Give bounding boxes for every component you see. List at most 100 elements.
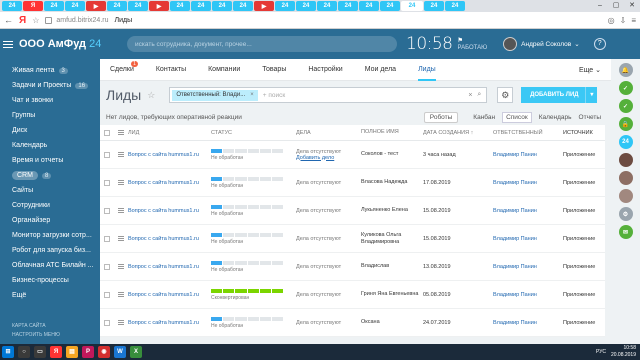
user-menu[interactable]: Андрей Соколов ⌄ bbox=[503, 37, 580, 51]
browser-tab[interactable]: ▶ bbox=[254, 1, 274, 11]
row-menu-icon[interactable] bbox=[117, 208, 124, 213]
add-lead-button[interactable]: ДОБАВИТЬ ЛИД ▾ bbox=[521, 87, 598, 103]
table-row[interactable]: Вопрос с сайта hummus1.ru Сконвертирован Д… bbox=[100, 281, 605, 309]
status-cell[interactable]: Не обработан bbox=[211, 204, 296, 217]
sidebar-item[interactable]: Монитор загрузки сотр... bbox=[0, 228, 100, 243]
check-icon[interactable]: ✓ bbox=[618, 99, 633, 113]
configure-menu-link[interactable]: НАСТРОИТЬ МЕНЮ bbox=[12, 331, 60, 340]
sidebar-item[interactable]: Робот для запуска биз... bbox=[0, 243, 100, 258]
avatar-icon[interactable] bbox=[618, 153, 633, 167]
responsible-link[interactable]: Владимир Панин bbox=[493, 236, 563, 242]
crm-tab[interactable]: Товары bbox=[262, 59, 286, 81]
status-cell[interactable]: Не обработан bbox=[211, 260, 296, 273]
status-progress-bar[interactable] bbox=[211, 176, 284, 181]
browser-tab[interactable]: 24 bbox=[44, 1, 64, 11]
browser-tab[interactable]: Я bbox=[23, 1, 43, 11]
sitemap-link[interactable]: КАРТА САЙТА bbox=[12, 322, 60, 331]
bookmark-icon[interactable]: ☆ bbox=[32, 16, 39, 25]
status-cell[interactable]: Сконвертирован bbox=[211, 288, 296, 301]
view-tab[interactable]: Календарь bbox=[539, 114, 572, 121]
row-checkbox[interactable] bbox=[103, 179, 110, 186]
global-search-input[interactable]: искать сотрудника, документ, прочее... bbox=[127, 36, 397, 52]
row-checkbox[interactable] bbox=[103, 263, 110, 270]
clock[interactable]: 10:58 bbox=[406, 34, 453, 54]
excel-icon[interactable]: X bbox=[130, 346, 142, 358]
sidebar-item[interactable]: Группы bbox=[0, 108, 100, 123]
browser-tab[interactable]: 24 bbox=[212, 1, 232, 11]
help-icon[interactable]: ? bbox=[593, 38, 606, 50]
yandex-logo[interactable]: Я bbox=[19, 15, 26, 26]
col-header-lead[interactable]: ЛИД bbox=[128, 130, 211, 136]
browser-tab[interactable]: 24 bbox=[170, 1, 190, 11]
status-progress-bar[interactable] bbox=[211, 288, 284, 293]
column-settings-icon[interactable] bbox=[117, 130, 124, 135]
close-icon[interactable]: × bbox=[250, 92, 254, 98]
sidebar-item[interactable]: Сайты bbox=[0, 183, 100, 198]
check-icon[interactable]: ✓ bbox=[618, 81, 633, 95]
sidebar-item[interactable]: Диск bbox=[0, 123, 100, 138]
col-header-deals[interactable]: ДЕЛА bbox=[296, 130, 361, 136]
app-icon[interactable]: P bbox=[82, 346, 94, 358]
sidebar-item[interactable]: Органайзер bbox=[0, 213, 100, 228]
row-checkbox[interactable] bbox=[103, 291, 110, 298]
col-header-date[interactable]: ДАТА СОЗДАНИЯ ↑ bbox=[423, 130, 493, 136]
sidebar-item[interactable]: Живая лента 3 bbox=[0, 63, 100, 78]
sidebar-item[interactable]: Бизнес-процессы bbox=[0, 273, 100, 288]
crm-tab[interactable]: Контакты bbox=[156, 59, 186, 81]
status-cell[interactable]: Не обработан bbox=[211, 316, 296, 329]
row-menu-icon[interactable] bbox=[117, 236, 124, 241]
crm-tab[interactable]: Лиды bbox=[418, 59, 436, 81]
status-progress-bar[interactable] bbox=[211, 148, 284, 153]
portal-logo[interactable]: ООО АмФуд 24 bbox=[19, 38, 119, 50]
row-menu-icon[interactable] bbox=[117, 292, 124, 297]
browser-tab[interactable]: 24 bbox=[424, 1, 444, 11]
minimize-button[interactable]: – bbox=[592, 0, 608, 12]
col-header-responsible[interactable]: ОТВЕТСТВЕННЫЙ bbox=[493, 130, 563, 136]
sidebar-item[interactable]: Задачи и Проекты 16 bbox=[0, 78, 100, 93]
search-icon[interactable]: ○ bbox=[18, 346, 30, 358]
work-status[interactable]: ⚑ РАБОТАЮ bbox=[458, 37, 488, 51]
row-checkbox[interactable] bbox=[103, 319, 110, 326]
responsible-link[interactable]: Владимир Панин bbox=[493, 292, 563, 298]
row-checkbox[interactable] bbox=[103, 151, 110, 158]
browser-tab[interactable]: 24 bbox=[107, 1, 127, 11]
crm-tab[interactable]: Настройки bbox=[308, 59, 342, 81]
responsible-link[interactable]: Владимир Панин bbox=[493, 208, 563, 214]
menu-icon[interactable]: ≡ bbox=[631, 16, 636, 25]
status-progress-bar[interactable] bbox=[211, 204, 284, 209]
sidebar-item[interactable]: Чат и звонки bbox=[0, 93, 100, 108]
add-deal-link[interactable]: Добавить дело bbox=[296, 155, 361, 161]
lead-title-link[interactable]: Вопрос с сайта hummus1.ru bbox=[128, 320, 211, 326]
responsible-link[interactable]: Владимир Панин bbox=[493, 320, 563, 326]
table-row[interactable]: Вопрос с сайта hummus1.ru Не обработан Дел… bbox=[100, 309, 605, 337]
view-tab[interactable]: Список bbox=[502, 111, 532, 123]
view-tab[interactable]: Отчеты bbox=[579, 114, 601, 121]
sidebar-item[interactable]: Сотрудники bbox=[0, 198, 100, 213]
sidebar-item[interactable]: Время и отчеты bbox=[0, 153, 100, 168]
browser-tab[interactable]: 24 bbox=[128, 1, 148, 11]
browser-tab[interactable]: 24 bbox=[65, 1, 85, 11]
select-all-checkbox[interactable] bbox=[103, 129, 110, 136]
lead-title-link[interactable]: Вопрос с сайта hummus1.ru bbox=[128, 208, 211, 214]
bell-icon[interactable]: 🔔 bbox=[618, 63, 633, 77]
browser-tab[interactable]: 24 bbox=[296, 1, 316, 11]
menu-burger-icon[interactable] bbox=[3, 40, 13, 48]
responsible-link[interactable]: Владимир Панин bbox=[493, 152, 563, 158]
row-menu-icon[interactable] bbox=[117, 320, 124, 325]
more-menu-button[interactable]: Еще ⌄ bbox=[579, 59, 601, 81]
download-icon[interactable]: ⇩ bbox=[620, 16, 627, 25]
row-menu-icon[interactable] bbox=[117, 180, 124, 185]
search-icon[interactable]: ⌕ bbox=[477, 91, 481, 99]
responsible-link[interactable]: Владимир Панин bbox=[493, 264, 563, 270]
browser-tab[interactable]: ▶ bbox=[86, 1, 106, 11]
row-checkbox[interactable] bbox=[103, 235, 110, 242]
sidebar-item[interactable]: Облачная АТС Билайн ... bbox=[0, 258, 100, 273]
browser-tab[interactable]: 24 bbox=[401, 1, 423, 11]
table-row[interactable]: Вопрос с сайта hummus1.ru Не обработан Дел… bbox=[100, 197, 605, 225]
dropdown-arrow-icon[interactable]: ▾ bbox=[585, 87, 597, 103]
bitrix-icon[interactable]: 24 bbox=[618, 135, 633, 149]
table-row[interactable]: Вопрос с сайта hummus1.ru Не обработан Дел… bbox=[100, 225, 605, 253]
start-icon[interactable]: ⊞ bbox=[2, 346, 14, 358]
gear-icon[interactable]: ⚙ bbox=[618, 207, 633, 221]
lead-title-link[interactable]: Вопрос с сайта hummus1.ru bbox=[128, 264, 211, 270]
